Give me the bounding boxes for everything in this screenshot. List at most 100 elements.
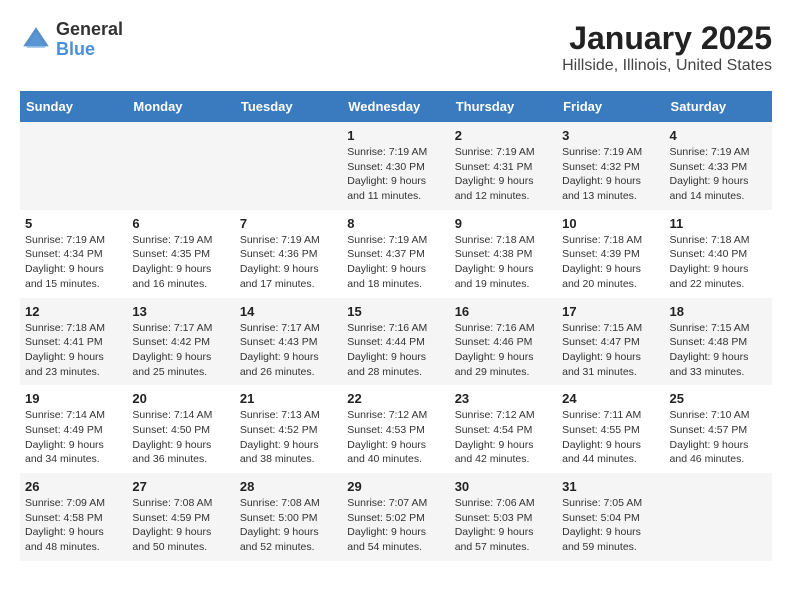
day-number: 14 [240, 304, 337, 319]
day-info: Sunrise: 7:19 AM Sunset: 4:32 PM Dayligh… [562, 146, 642, 202]
day-info: Sunrise: 7:12 AM Sunset: 4:54 PM Dayligh… [455, 409, 535, 465]
calendar-cell: 3 Sunrise: 7:19 AM Sunset: 4:32 PM Daylig… [557, 122, 664, 210]
day-info: Sunrise: 7:11 AM Sunset: 4:55 PM Dayligh… [562, 409, 641, 465]
day-number: 22 [347, 391, 444, 406]
weekday-header-monday: Monday [127, 91, 234, 122]
day-number: 1 [347, 128, 444, 143]
day-info: Sunrise: 7:18 AM Sunset: 4:40 PM Dayligh… [670, 234, 750, 290]
day-info: Sunrise: 7:17 AM Sunset: 4:42 PM Dayligh… [132, 322, 212, 378]
calendar-cell: 6 Sunrise: 7:19 AM Sunset: 4:35 PM Daylig… [127, 210, 234, 298]
week-row-3: 12 Sunrise: 7:18 AM Sunset: 4:41 PM Dayli… [20, 298, 772, 386]
calendar-cell [20, 122, 127, 210]
day-number: 21 [240, 391, 337, 406]
logo-general-text: General [56, 20, 123, 40]
calendar-cell: 2 Sunrise: 7:19 AM Sunset: 4:31 PM Daylig… [450, 122, 557, 210]
calendar-cell: 8 Sunrise: 7:19 AM Sunset: 4:37 PM Daylig… [342, 210, 449, 298]
day-info: Sunrise: 7:14 AM Sunset: 4:49 PM Dayligh… [25, 409, 105, 465]
day-info: Sunrise: 7:10 AM Sunset: 4:57 PM Dayligh… [670, 409, 750, 465]
calendar-cell: 13Sunrise: 7:17 AM Sunset: 4:42 PM Dayli… [127, 298, 234, 386]
week-row-5: 26 Sunrise: 7:09 AM Sunset: 4:58 PM Dayli… [20, 473, 772, 561]
day-number: 5 [25, 216, 122, 231]
day-number: 20 [132, 391, 229, 406]
day-info: Sunrise: 7:15 AM Sunset: 4:47 PM Dayligh… [562, 322, 642, 378]
day-number: 16 [455, 304, 552, 319]
calendar-cell: 31Sunrise: 7:05 AM Sunset: 5:04 PM Dayli… [557, 473, 664, 561]
title-block: January 2025 Hillside, Illinois, United … [562, 20, 772, 75]
day-number: 30 [455, 479, 552, 494]
calendar-cell: 25 Sunrise: 7:10 AM Sunset: 4:57 PM Dayli… [665, 385, 772, 473]
calendar-cell: 11 Sunrise: 7:18 AM Sunset: 4:40 PM Dayli… [665, 210, 772, 298]
calendar-cell: 29Sunrise: 7:07 AM Sunset: 5:02 PM Dayli… [342, 473, 449, 561]
calendar-cell: 21 Sunrise: 7:13 AM Sunset: 4:52 PM Dayli… [235, 385, 342, 473]
calendar-header: SundayMondayTuesdayWednesdayThursdayFrid… [20, 91, 772, 122]
day-number: 11 [670, 216, 767, 231]
day-info: Sunrise: 7:08 AM Sunset: 4:59 PM Dayligh… [132, 497, 212, 553]
day-info: Sunrise: 7:15 AM Sunset: 4:48 PM Dayligh… [670, 322, 750, 378]
day-number: 6 [132, 216, 229, 231]
calendar-cell: 9 Sunrise: 7:18 AM Sunset: 4:38 PM Daylig… [450, 210, 557, 298]
day-number: 26 [25, 479, 122, 494]
calendar-cell: 28 Sunrise: 7:08 AM Sunset: 5:00 PM Dayli… [235, 473, 342, 561]
calendar-cell: 22Sunrise: 7:12 AM Sunset: 4:53 PM Dayli… [342, 385, 449, 473]
calendar-cell: 5 Sunrise: 7:19 AM Sunset: 4:34 PM Daylig… [20, 210, 127, 298]
logo-icon [20, 24, 52, 56]
calendar-cell: 4Sunrise: 7:19 AM Sunset: 4:33 PM Daylig… [665, 122, 772, 210]
calendar-cell: 12 Sunrise: 7:18 AM Sunset: 4:41 PM Dayli… [20, 298, 127, 386]
calendar-cell: 26 Sunrise: 7:09 AM Sunset: 4:58 PM Dayli… [20, 473, 127, 561]
weekday-header-wednesday: Wednesday [342, 91, 449, 122]
calendar-cell [665, 473, 772, 561]
day-info: Sunrise: 7:18 AM Sunset: 4:41 PM Dayligh… [25, 322, 105, 378]
day-info: Sunrise: 7:19 AM Sunset: 4:37 PM Dayligh… [347, 234, 427, 290]
weekday-header-row: SundayMondayTuesdayWednesdayThursdayFrid… [20, 91, 772, 122]
calendar-table: SundayMondayTuesdayWednesdayThursdayFrid… [20, 91, 772, 561]
day-info: Sunrise: 7:19 AM Sunset: 4:34 PM Dayligh… [25, 234, 105, 290]
day-info: Sunrise: 7:06 AM Sunset: 5:03 PM Dayligh… [455, 497, 535, 553]
day-number: 9 [455, 216, 552, 231]
day-info: Sunrise: 7:19 AM Sunset: 4:30 PM Dayligh… [347, 146, 427, 202]
weekday-header-saturday: Saturday [665, 91, 772, 122]
day-info: Sunrise: 7:09 AM Sunset: 4:58 PM Dayligh… [25, 497, 105, 553]
calendar-cell: 19 Sunrise: 7:14 AM Sunset: 4:49 PM Dayli… [20, 385, 127, 473]
calendar-body: 1 Sunrise: 7:19 AM Sunset: 4:30 PM Daylig… [20, 122, 772, 561]
calendar-cell: 27 Sunrise: 7:08 AM Sunset: 4:59 PM Dayli… [127, 473, 234, 561]
week-row-1: 1 Sunrise: 7:19 AM Sunset: 4:30 PM Daylig… [20, 122, 772, 210]
weekday-header-tuesday: Tuesday [235, 91, 342, 122]
calendar-cell: 23Sunrise: 7:12 AM Sunset: 4:54 PM Dayli… [450, 385, 557, 473]
day-number: 24 [562, 391, 659, 406]
day-number: 25 [670, 391, 767, 406]
day-info: Sunrise: 7:08 AM Sunset: 5:00 PM Dayligh… [240, 497, 320, 553]
day-info: Sunrise: 7:19 AM Sunset: 4:31 PM Dayligh… [455, 146, 535, 202]
logo-blue-text: Blue [56, 40, 123, 60]
day-info: Sunrise: 7:19 AM Sunset: 4:35 PM Dayligh… [132, 234, 212, 290]
calendar-title: January 2025 [562, 20, 772, 57]
calendar-cell: 17 Sunrise: 7:15 AM Sunset: 4:47 PM Dayli… [557, 298, 664, 386]
day-info: Sunrise: 7:05 AM Sunset: 5:04 PM Dayligh… [562, 497, 642, 553]
day-number: 19 [25, 391, 122, 406]
day-number: 8 [347, 216, 444, 231]
day-number: 17 [562, 304, 659, 319]
day-info: Sunrise: 7:13 AM Sunset: 4:52 PM Dayligh… [240, 409, 320, 465]
day-number: 27 [132, 479, 229, 494]
day-info: Sunrise: 7:18 AM Sunset: 4:38 PM Dayligh… [455, 234, 535, 290]
week-row-2: 5 Sunrise: 7:19 AM Sunset: 4:34 PM Daylig… [20, 210, 772, 298]
calendar-cell: 7Sunrise: 7:19 AM Sunset: 4:36 PM Daylig… [235, 210, 342, 298]
week-row-4: 19 Sunrise: 7:14 AM Sunset: 4:49 PM Dayli… [20, 385, 772, 473]
calendar-cell: 1 Sunrise: 7:19 AM Sunset: 4:30 PM Daylig… [342, 122, 449, 210]
weekday-header-friday: Friday [557, 91, 664, 122]
calendar-cell: 14Sunrise: 7:17 AM Sunset: 4:43 PM Dayli… [235, 298, 342, 386]
calendar-cell: 16 Sunrise: 7:16 AM Sunset: 4:46 PM Dayli… [450, 298, 557, 386]
calendar-cell: 24 Sunrise: 7:11 AM Sunset: 4:55 PM Dayli… [557, 385, 664, 473]
day-number: 28 [240, 479, 337, 494]
day-info: Sunrise: 7:18 AM Sunset: 4:39 PM Dayligh… [562, 234, 642, 290]
day-number: 2 [455, 128, 552, 143]
day-number: 29 [347, 479, 444, 494]
day-number: 15 [347, 304, 444, 319]
day-number: 18 [670, 304, 767, 319]
weekday-header-thursday: Thursday [450, 91, 557, 122]
calendar-cell: 18 Sunrise: 7:15 AM Sunset: 4:48 PM Dayli… [665, 298, 772, 386]
calendar-cell: 15Sunrise: 7:16 AM Sunset: 4:44 PM Dayli… [342, 298, 449, 386]
day-number: 3 [562, 128, 659, 143]
day-info: Sunrise: 7:16 AM Sunset: 4:46 PM Dayligh… [455, 322, 535, 378]
day-info: Sunrise: 7:14 AM Sunset: 4:50 PM Dayligh… [132, 409, 212, 465]
day-number: 12 [25, 304, 122, 319]
